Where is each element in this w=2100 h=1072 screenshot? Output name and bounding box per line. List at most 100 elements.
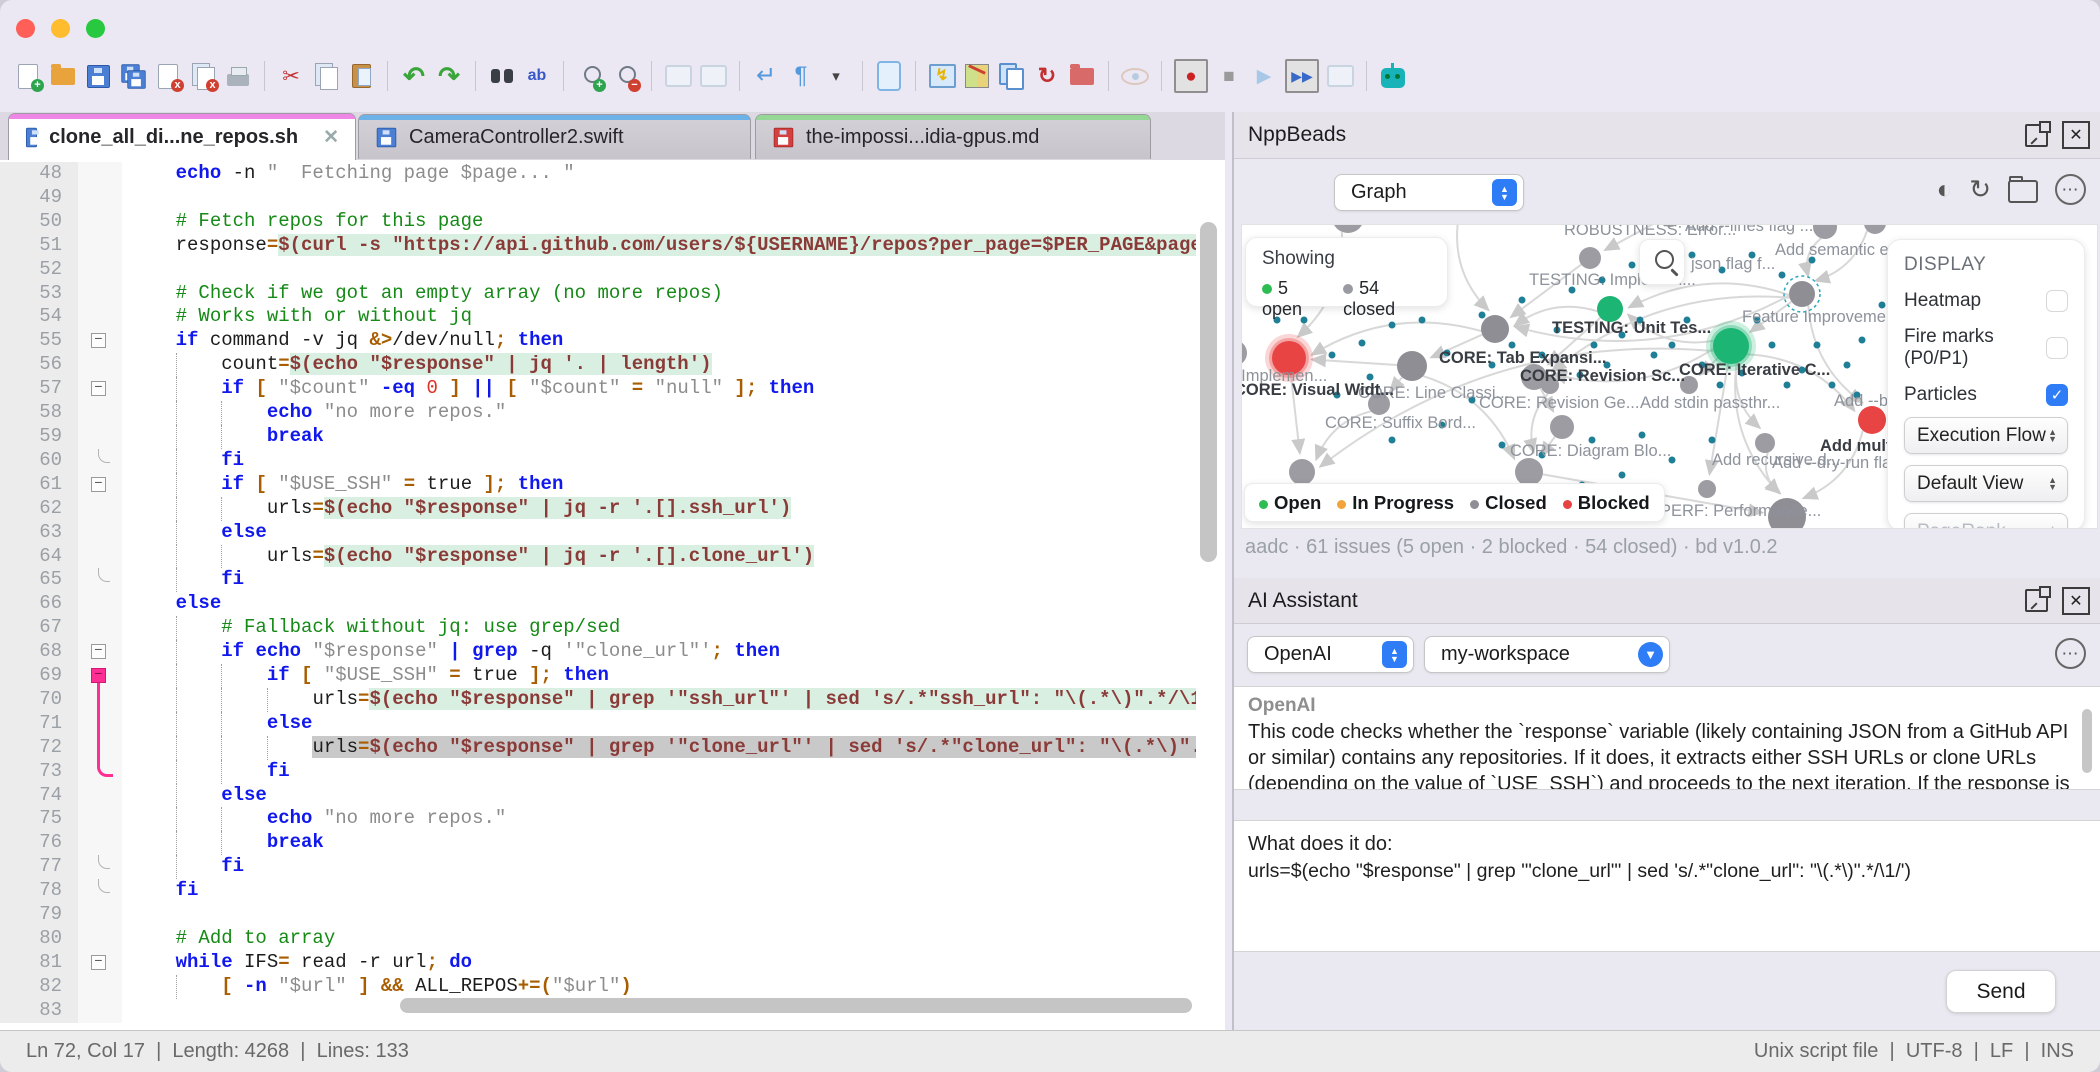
more-options-icon[interactable]: ⋯ — [2055, 174, 2086, 205]
code-line-56[interactable]: 56 count=$(echo "$response" | jq '. | le… — [0, 353, 1196, 377]
macro-save-icon[interactable] — [1326, 62, 1354, 90]
fold-margin[interactable] — [78, 497, 122, 521]
fold-margin[interactable] — [78, 186, 122, 210]
code-line-79[interactable]: 79 — [0, 903, 1196, 927]
fold-margin[interactable] — [78, 592, 122, 616]
code-line-60[interactable]: 60 fi — [0, 449, 1196, 473]
fold-margin[interactable] — [78, 975, 122, 999]
code-line-82[interactable]: 82 [ -n "$url" ] && ALL_REPOS+=("$url") — [0, 975, 1196, 999]
macro-record-icon[interactable]: ● — [1174, 59, 1208, 93]
run-icon[interactable]: ↯ — [928, 62, 956, 90]
paste-icon[interactable] — [347, 62, 375, 90]
code-line-63[interactable]: 63 else — [0, 521, 1196, 545]
fold-margin[interactable] — [78, 855, 122, 879]
code-line-73[interactable]: 73 fi — [0, 760, 1196, 784]
export-icon[interactable]: ↻ — [1033, 62, 1061, 90]
preview-eye-icon[interactable] — [1121, 62, 1149, 90]
code-line-62[interactable]: 62 urls=$(echo "$response" | jq -r '.[].… — [0, 497, 1196, 521]
code-line-51[interactable]: 51 response=$(curl -s "https://api.githu… — [0, 234, 1196, 258]
fold-margin[interactable] — [78, 353, 122, 377]
code-line-64[interactable]: 64 urls=$(echo "$response" | jq -r '.[].… — [0, 545, 1196, 569]
copy-icon[interactable] — [312, 62, 340, 90]
code-line-81[interactable]: 81− while IFS= read -r url; do — [0, 951, 1196, 975]
zoom-out-icon[interactable]: − — [611, 62, 639, 90]
code-line-70[interactable]: 70 urls=$(echo "$response" | grep '"ssh_… — [0, 688, 1196, 712]
code-line-65[interactable]: 65 fi — [0, 568, 1196, 592]
open-file-icon[interactable] — [49, 62, 77, 90]
fold-margin[interactable] — [78, 234, 122, 258]
code-line-68[interactable]: 68− if echo "$response" | grep -q '"clon… — [0, 640, 1196, 664]
particles-checkbox[interactable]: ✓ — [2046, 384, 2068, 406]
code-line-76[interactable]: 76 break — [0, 831, 1196, 855]
print-icon[interactable] — [224, 62, 252, 90]
fold-margin[interactable] — [78, 210, 122, 234]
fold-margin[interactable]: − — [78, 473, 122, 497]
fold-margin[interactable]: − — [78, 951, 122, 975]
code-line-48[interactable]: 48 echo -n " Fetching page $page... " — [0, 162, 1196, 186]
assistant-more-icon[interactable]: ⋯ — [2055, 638, 2086, 669]
graph-search-button[interactable] — [1639, 239, 1685, 285]
code-line-78[interactable]: 78 fi — [0, 879, 1196, 903]
fold-margin[interactable] — [78, 999, 122, 1023]
traffic-zoom-button[interactable] — [86, 19, 105, 38]
code-line-53[interactable]: 53 # Check if we got an empty array (no … — [0, 282, 1196, 306]
fire-marks-checkbox[interactable] — [2046, 337, 2068, 359]
fold-margin[interactable]: − — [78, 664, 122, 688]
vertical-scrollbar[interactable] — [1200, 222, 1217, 562]
fold-margin[interactable] — [78, 831, 122, 855]
assistant-response[interactable]: OpenAI This code checks whether the `res… — [1234, 686, 2100, 790]
tab-clone-all-di-ne-repos-sh[interactable]: clone_all_di...ne_repos.sh✕ — [8, 113, 356, 160]
new-file-icon[interactable]: + — [14, 62, 42, 90]
fold-margin[interactable] — [78, 736, 122, 760]
fold-margin[interactable]: − — [78, 377, 122, 401]
doc-list-icon[interactable] — [998, 62, 1026, 90]
tab-close-icon[interactable]: ✕ — [323, 126, 339, 149]
fold-margin[interactable] — [78, 712, 122, 736]
macro-play-icon[interactable]: ▶ — [1250, 62, 1278, 90]
open-folder-icon[interactable] — [2008, 180, 2038, 203]
replace-icon[interactable]: ab — [523, 62, 551, 90]
close-all-icon[interactable]: x — [189, 62, 217, 90]
sync-h-scroll-icon[interactable] — [699, 62, 727, 90]
word-wrap-icon[interactable]: ↵ — [752, 62, 780, 90]
horizontal-scrollbar[interactable] — [400, 998, 1192, 1013]
assistant-input[interactable]: What does it do: urls=$(echo "$response"… — [1234, 820, 2100, 952]
close-file-icon[interactable]: x — [154, 62, 182, 90]
sync-v-scroll-icon[interactable] — [664, 62, 692, 90]
refresh-icon[interactable]: ↻ — [1969, 174, 1991, 205]
ai-robot-icon[interactable] — [1379, 62, 1407, 90]
display-select-execution-flow[interactable]: Execution Flow▲▼ — [1904, 417, 2068, 454]
macro-stop-icon[interactable]: ■ — [1215, 62, 1243, 90]
fold-margin[interactable] — [78, 258, 122, 282]
code-line-55[interactable]: 55− if command -v jq &>/dev/null; then — [0, 329, 1196, 353]
fold-margin[interactable] — [78, 401, 122, 425]
fold-margin[interactable] — [78, 162, 122, 186]
fold-margin[interactable] — [78, 568, 122, 592]
fold-margin[interactable] — [78, 545, 122, 569]
code-line-66[interactable]: 66 else — [0, 592, 1196, 616]
workspace-select[interactable]: my-workspace ▼ — [1424, 636, 1670, 673]
show-all-chars-icon[interactable]: ¶ — [787, 62, 815, 90]
fold-margin[interactable] — [78, 305, 122, 329]
cut-icon[interactable]: ✂ — [277, 62, 305, 90]
fold-margin[interactable] — [78, 616, 122, 640]
zoom-in-icon[interactable]: + — [576, 62, 604, 90]
fold-margin[interactable] — [78, 425, 122, 449]
save-all-icon[interactable] — [119, 62, 147, 90]
code-line-57[interactable]: 57− if [ "$count" -eq 0 ] || [ "$count" … — [0, 377, 1196, 401]
code-line-49[interactable]: 49 — [0, 186, 1196, 210]
beads-close-icon[interactable]: ✕ — [2062, 121, 2090, 149]
color-picker-map-icon[interactable] — [963, 62, 991, 90]
code-line-75[interactable]: 75 echo "no more repos." — [0, 807, 1196, 831]
code-editor[interactable]: 48 echo -n " Fetching page $page... "49 5… — [0, 160, 1225, 1030]
fold-margin[interactable] — [78, 449, 122, 473]
doc-map-icon[interactable] — [875, 62, 903, 90]
fold-margin[interactable] — [78, 521, 122, 545]
code-line-72[interactable]: 72 urls=$(echo "$response" | grep '"clon… — [0, 736, 1196, 760]
code-line-77[interactable]: 77 fi — [0, 855, 1196, 879]
heatmap-checkbox[interactable] — [2046, 290, 2068, 312]
traffic-minimize-button[interactable] — [51, 19, 70, 38]
code-line-71[interactable]: 71 else — [0, 712, 1196, 736]
fold-margin[interactable] — [78, 688, 122, 712]
provider-select[interactable]: OpenAI ▲▼ — [1247, 636, 1414, 673]
